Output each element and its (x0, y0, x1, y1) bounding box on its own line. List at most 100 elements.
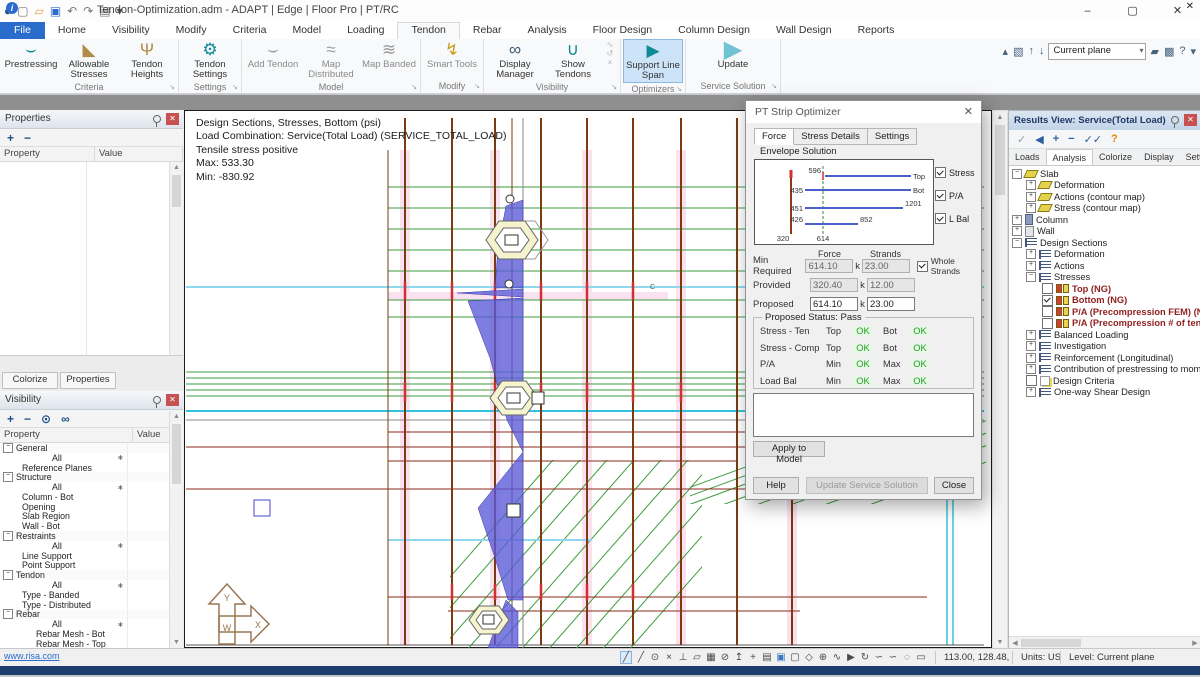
ribbon-tab[interactable]: Tendon (397, 22, 459, 40)
dialog-launcher-icon[interactable]: ↘ (771, 81, 777, 93)
proposed-force-input[interactable] (810, 297, 858, 311)
whole-strands-checkbox[interactable] (917, 261, 928, 272)
ribbon-tab[interactable]: Column Design (665, 22, 763, 39)
stress-checkbox[interactable] (935, 167, 946, 178)
new-file-icon[interactable]: ▢ (17, 3, 28, 19)
spline-tool-icon[interactable]: ∿ (832, 652, 842, 663)
tree-item-checkbox[interactable] (1042, 306, 1053, 317)
tree-expander-icon[interactable]: − (3, 570, 13, 580)
solid-view-icon[interactable]: ▩ (1164, 45, 1174, 58)
tree-expander-icon[interactable]: − (3, 472, 13, 482)
tree-expander-icon[interactable]: + (1012, 226, 1022, 236)
break-tool-icon[interactable]: × (602, 58, 618, 67)
tree-expander-icon[interactable]: + (1026, 364, 1036, 374)
tree-expander-icon[interactable]: − (3, 531, 13, 541)
tree-expander-icon[interactable]: + (1026, 203, 1036, 213)
dialog-launcher-icon[interactable]: ↘ (611, 82, 617, 94)
tree-item-checkbox[interactable] (1042, 295, 1053, 306)
ribbon-tab[interactable]: Analysis (515, 22, 580, 39)
tree-expander-icon[interactable]: + (1012, 215, 1022, 225)
ribbon-button[interactable]: ≋Map Banded (360, 39, 418, 71)
visibility-row[interactable]: Point Support (0, 561, 183, 571)
remove-property-icon[interactable]: − (24, 131, 31, 145)
rotate-tool-icon[interactable]: ↻ (860, 652, 870, 663)
tree-item[interactable]: + Stress (contour map) (1009, 203, 1200, 215)
pin-icon[interactable] (153, 396, 161, 404)
plane-selector[interactable]: Current plane▾ (1048, 43, 1146, 60)
visibility-scrollbar[interactable]: ▲▼ (169, 411, 183, 649)
visibility-row[interactable]: Column - Bot (0, 492, 183, 502)
tree-expander-icon[interactable]: + (1026, 180, 1036, 190)
extend-tool-icon[interactable]: ↺ (602, 49, 618, 58)
redo-icon[interactable]: ↷ (83, 3, 93, 19)
pan-tool-icon[interactable]: + (748, 652, 758, 663)
visibility-row[interactable]: − Tendon (0, 570, 183, 580)
visibility-row[interactable]: All ∗ (0, 580, 183, 590)
visibility-row[interactable]: All ∗ (0, 541, 183, 551)
tree-expander-icon[interactable]: − (1026, 272, 1036, 282)
viewport-icon[interactable]: ▭ (916, 652, 926, 663)
glasses-icon[interactable]: ∞ (61, 412, 70, 426)
panel-tab[interactable]: Properties (60, 372, 116, 389)
ribbon-button[interactable]: ΨTendon Heights (118, 39, 176, 81)
ribbon-button[interactable]: ▶Update (704, 39, 762, 71)
pa-checkbox[interactable] (935, 190, 946, 201)
visibility-row[interactable]: Type - Distributed (0, 600, 183, 610)
help-button[interactable]: Help (753, 477, 799, 494)
tree-expander-icon[interactable]: − (3, 443, 13, 453)
ribbon-tab[interactable]: File (0, 22, 45, 39)
tree-item[interactable]: + Investigation (1009, 341, 1200, 353)
info-bar-close-icon[interactable]: ✕ (1186, 1, 1194, 12)
ribbon-button[interactable]: ⌣Prestressing (2, 39, 60, 71)
tree-item[interactable]: + Actions (1009, 260, 1200, 272)
tree-expander-icon[interactable]: + (1026, 249, 1036, 259)
ribbon-button[interactable]: ⚙Tendon Settings (181, 39, 239, 81)
back-icon[interactable]: ◀ (1035, 133, 1043, 146)
trim-tool-icon[interactable]: ∿ (602, 40, 618, 49)
add-property-icon[interactable]: + (7, 131, 14, 145)
dialog-tab[interactable]: Force (754, 128, 794, 145)
visibility-row[interactable]: Wall - Bot (0, 521, 183, 531)
line-snap-icon[interactable]: ╱ (636, 652, 646, 663)
tree-item[interactable]: − Slab (1009, 168, 1200, 180)
dialog-title[interactable]: PT Strip Optimizer (746, 101, 981, 123)
remove-icon[interactable]: − (1068, 133, 1074, 145)
tree-expander-icon[interactable]: + (1026, 341, 1036, 351)
close-dialog-button[interactable]: Close (934, 477, 974, 494)
visibility-row[interactable]: Opening (0, 502, 183, 512)
help-icon[interactable]: ? (1179, 45, 1185, 58)
circle-snap-icon[interactable]: ⊙ (650, 652, 660, 663)
minimize-button[interactable]: – (1065, 0, 1110, 22)
tree-item[interactable]: Bottom (NG) (1009, 295, 1200, 307)
apply-to-model-button[interactable]: Apply to Model (753, 441, 825, 457)
ribbon-button[interactable]: ⌣Add Tendon (244, 39, 302, 71)
pin-icon[interactable] (153, 115, 161, 123)
zoom-tool-icon[interactable]: ⊕ (818, 652, 828, 663)
ribbon-tab[interactable]: Model (279, 22, 334, 39)
close-panel-button[interactable]: ✕ (166, 394, 179, 406)
snap-settings-icon[interactable]: ▣ (776, 652, 786, 663)
add-icon[interactable]: + (1053, 133, 1059, 145)
visibility-row[interactable]: Rebar Mesh - Bot (0, 629, 183, 639)
mirror-copy-tool-icon[interactable]: ∽ (888, 652, 898, 663)
results-tab[interactable]: Colorize (1093, 149, 1138, 165)
close-panel-button[interactable]: ✕ (1184, 114, 1197, 126)
tree-item[interactable]: + Wall (1009, 226, 1200, 238)
help-icon[interactable]: ? (1111, 133, 1118, 145)
tree-expander-icon[interactable]: − (3, 609, 13, 619)
ribbon-button[interactable]: ◣Allowable Stresses (60, 39, 118, 81)
tree-item[interactable]: + Deformation (1009, 249, 1200, 261)
remove-icon[interactable]: − (24, 412, 31, 426)
select-arrow-icon[interactable]: ▶ (846, 652, 856, 663)
tree-item[interactable]: + Balanced Loading (1009, 329, 1200, 341)
level-down-icon[interactable]: ↓ (1039, 45, 1045, 58)
view-3d-icon[interactable]: ▧ (1013, 45, 1023, 58)
perpendicular-snap-icon[interactable]: ⊥ (678, 652, 688, 663)
ribbon-tab[interactable]: Modify (163, 22, 220, 39)
dialog-launcher-icon[interactable]: ↘ (411, 82, 417, 94)
canvas-vertical-scrollbar[interactable]: ▲ ▼ (992, 110, 1008, 650)
tree-item[interactable]: − Stresses (1009, 272, 1200, 284)
lbal-checkbox[interactable] (935, 213, 946, 224)
tree-expander-icon[interactable]: + (1026, 353, 1036, 363)
panel-tab[interactable]: Colorize (2, 372, 58, 389)
